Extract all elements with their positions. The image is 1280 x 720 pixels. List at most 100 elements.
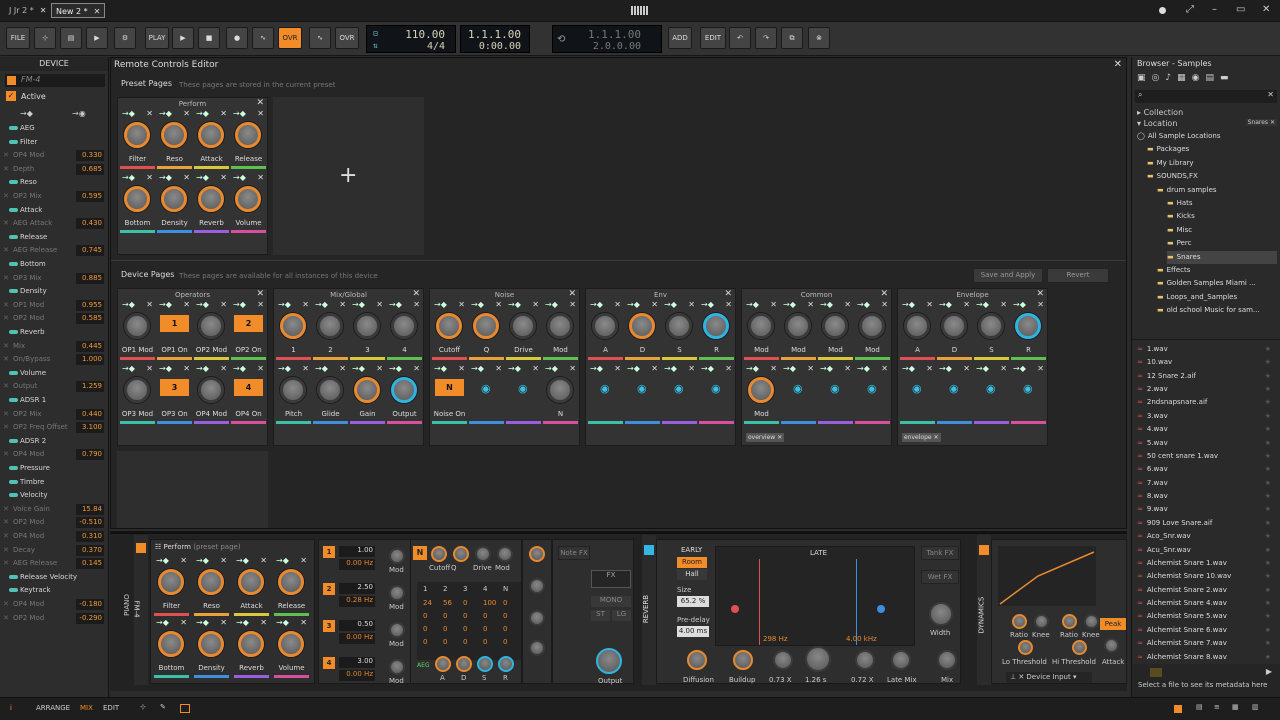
settings-icon[interactable]: ⚙ [114, 27, 136, 49]
parameter-value[interactable]: 0.330 [76, 150, 104, 162]
mod-matrix[interactable]: 1 2 3 4 N 24 56 0 100 0 0 0 0 0 0 0 0 0 0 0 0 0 0 0 0 [417, 582, 521, 660]
document-tab-new2[interactable]: New 2 * ✕ [51, 3, 106, 18]
remote-control-slot[interactable]: →◆ ✕ Bottom [119, 173, 156, 235]
knob[interactable] [198, 186, 224, 212]
reverb-knob[interactable] [855, 650, 875, 670]
remote-control-slot[interactable]: →◆ ✕ A [899, 300, 936, 362]
remote-control-slot[interactable]: →◆ ✕ ◉ [973, 364, 1010, 426]
macro-knob[interactable] [529, 546, 545, 562]
clear-slot-icon[interactable]: ✕ [300, 618, 307, 627]
macro-knob[interactable] [529, 578, 545, 594]
favorite-star-icon[interactable]: ★ [1265, 584, 1271, 597]
output-knob[interactable] [596, 648, 622, 674]
knob[interactable] [859, 313, 885, 339]
matrix-cell[interactable]: 0 [463, 625, 467, 633]
width-knob[interactable] [929, 602, 953, 626]
map-parameter-icon[interactable]: →◆ [156, 557, 174, 565]
remote-control-slot[interactable]: →◆ ✕ 4 [386, 300, 423, 362]
knob[interactable] [1015, 313, 1041, 339]
map-parameter-icon[interactable]: →◆ [389, 301, 407, 309]
parameter-value[interactable]: 0.145 [76, 558, 104, 570]
map-parameter-icon[interactable]: →◆ [434, 301, 452, 309]
predelay-value[interactable]: 4.00 ms [677, 626, 709, 637]
map-parameter-icon[interactable]: →◆ [156, 619, 174, 627]
file-list-item[interactable]: ≈1.wav ★ [1137, 343, 1277, 356]
remote-control-slot[interactable]: →◆ ✕ 2 [312, 300, 349, 362]
remove-icon[interactable]: ✕ [3, 448, 9, 461]
knob[interactable] [124, 186, 150, 212]
arrow-icon[interactable]: ▶ [86, 27, 108, 49]
map-parameter-icon[interactable]: →◆ [196, 110, 214, 118]
remote-control-slot[interactable]: →◆ ✕ Mod [542, 300, 579, 362]
matrix-cell[interactable]: 0 [423, 612, 427, 620]
file-list-item[interactable]: ≈ Alchemist Snare 2.wav ★ [1137, 584, 1277, 597]
remote-control-slot[interactable]: →◆ ✕ Glide [312, 364, 349, 426]
clear-slot-icon[interactable]: ✕ [146, 364, 153, 373]
knob[interactable] [161, 122, 187, 148]
knob[interactable] [280, 377, 306, 403]
clear-slot-icon[interactable]: ✕ [651, 364, 658, 373]
clear-slot-icon[interactable]: ✕ [725, 300, 732, 309]
matrix-cell[interactable]: 56 [443, 599, 452, 607]
map-parameter-icon[interactable]: →◆ [1013, 301, 1031, 309]
favorite-star-icon[interactable]: ★ [1265, 517, 1271, 530]
map-parameter-icon[interactable]: →◆ [389, 365, 407, 373]
remote-control-slot[interactable]: →◆ ✕ Volume [273, 618, 310, 680]
freq-offset-value[interactable]: 0.00 Hz [339, 559, 375, 570]
map-parameter-icon[interactable]: →◆ [508, 301, 526, 309]
ratio-value[interactable]: 2.50 [339, 583, 375, 594]
operator-number[interactable]: 1 [323, 546, 335, 558]
location-tree-item[interactable]: ▬ Misc [1167, 224, 1277, 237]
remove-icon[interactable]: ✕ [3, 516, 9, 529]
device-page-common[interactable]: Common ✕ →◆ ✕ Mod →◆ ✕ Mod →◆ ✕ Mod →◆ ✕ Mod →◆ ✕ Mod →◆ ✕… [741, 288, 892, 446]
remote-control-slot[interactable]: →◆ ✕ A [587, 300, 624, 362]
dynamics-knob[interactable] [1034, 614, 1049, 629]
parameter-row-mapping[interactable]: ✕ OP2 Mod 0.585 [3, 312, 106, 325]
favorite-star-icon[interactable]: ★ [1265, 637, 1271, 650]
preview-play-icon[interactable]: ▶ [1266, 667, 1272, 676]
location-tree-item[interactable]: ▬ Kicks [1167, 210, 1277, 223]
clear-slot-icon[interactable]: ✕ [926, 364, 933, 373]
operator-number[interactable]: 2 [323, 583, 335, 595]
stop-icon[interactable]: ■ [198, 27, 220, 49]
parameter-row-mapping[interactable]: ✕ Mix 0.445 [3, 340, 106, 353]
parameter-row-mapping[interactable]: ✕ AEG Attack 0.430 [3, 217, 106, 230]
clear-slot-icon[interactable]: ✕ [458, 300, 465, 309]
clear-slot-icon[interactable]: ✕ [532, 300, 539, 309]
tank-fx-button[interactable]: Tank FX [921, 546, 959, 560]
parameter-value[interactable]: -0.510 [76, 517, 104, 529]
clear-slot-icon[interactable]: ✕ [1037, 300, 1044, 309]
remove-icon[interactable]: ✕ [3, 598, 9, 611]
close-icon[interactable]: ✕ [94, 7, 101, 16]
parameter-value[interactable]: 0.790 [76, 449, 104, 461]
clear-slot-icon[interactable]: ✕ [180, 618, 187, 627]
remote-control-slot[interactable]: →◆ ✕ Output [386, 364, 423, 426]
pencil-icon[interactable]: ✎ [160, 703, 166, 711]
remove-icon[interactable]: ✕ [3, 612, 9, 625]
remote-control-slot[interactable]: →◆ ✕ 4 OP4 On [230, 364, 267, 426]
page-tag[interactable]: envelope ✕ [902, 433, 941, 442]
knob[interactable] [436, 313, 462, 339]
map-parameter-icon[interactable]: →◆ [236, 619, 254, 627]
map-parameter-icon[interactable]: →◆ [276, 557, 294, 565]
operator-mod-knob[interactable] [389, 659, 405, 675]
remote-control-slot[interactable]: →◆ ✕ S [661, 300, 698, 362]
close-icon[interactable]: ✕ [568, 289, 576, 299]
record-icon[interactable]: ● [226, 27, 248, 49]
matrix-cell[interactable]: 0 [483, 638, 487, 646]
map-parameter-icon[interactable]: →◆ [746, 365, 764, 373]
parameter-row-group[interactable]: Bottom [3, 258, 106, 271]
empty-page-slot[interactable] [117, 451, 268, 528]
file-list-item[interactable]: ≈6.wav ★ [1137, 463, 1277, 476]
dynamics-knob[interactable] [1012, 614, 1027, 629]
remote-control-slot[interactable]: →◆ ✕ Mod [743, 364, 780, 426]
parameter-value[interactable]: 1.000 [76, 354, 104, 366]
map-parameter-icon[interactable]: →◆ [976, 365, 994, 373]
file-list-item[interactable]: ≈ Alchemist Snare 6.wav ★ [1137, 624, 1277, 637]
location-toggle[interactable]: ▾ Location Snares ✕ [1137, 119, 1279, 128]
preset-field[interactable]: FM-4 [5, 74, 105, 87]
remove-icon[interactable]: ✕ [3, 312, 9, 325]
favorite-star-icon[interactable]: ★ [1265, 477, 1271, 490]
high-freq-marker[interactable] [856, 559, 857, 645]
map-parameter-icon[interactable]: →◆ [939, 301, 957, 309]
